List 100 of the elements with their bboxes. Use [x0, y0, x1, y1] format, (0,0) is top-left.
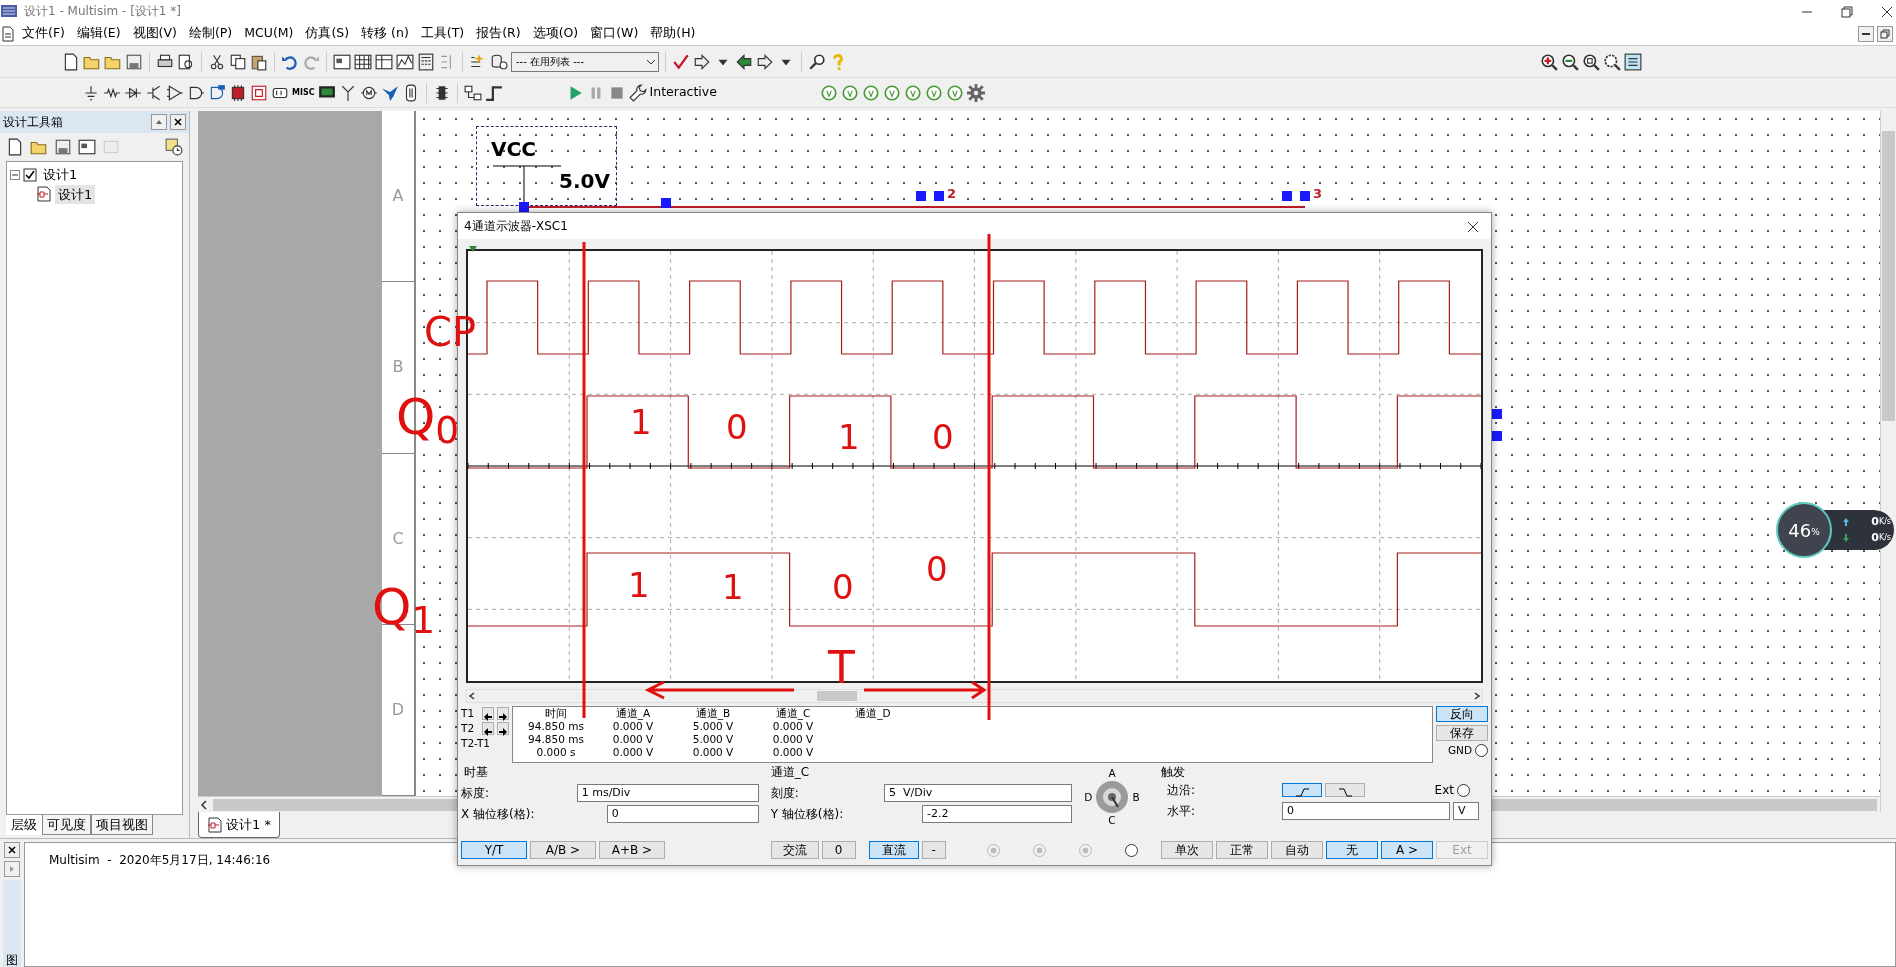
ext-radio[interactable]: [1457, 783, 1470, 797]
ground-radio[interactable]: [1475, 744, 1488, 757]
probe-icon[interactable]: [903, 83, 922, 102]
horizontal-scrollbar[interactable]: [466, 689, 1483, 703]
clock-stack-icon[interactable]: [165, 138, 183, 156]
mode-button[interactable]: 正常: [1216, 841, 1268, 859]
schematic-page-icon[interactable]: [36, 186, 52, 203]
transistor-icon[interactable]: [145, 83, 163, 102]
output-close-button[interactable]: [4, 842, 20, 858]
mode-button[interactable]: 无: [1326, 841, 1378, 859]
doc-restore-button[interactable]: [1877, 25, 1893, 42]
table-icon[interactable]: [375, 52, 393, 71]
menu-item[interactable]: 工具(T): [414, 24, 471, 43]
grid-icon[interactable]: [354, 52, 372, 71]
ground-icon[interactable]: [82, 83, 100, 102]
menu-item[interactable]: 选项(O): [526, 24, 585, 43]
coupling-button[interactable]: 直流: [868, 841, 919, 859]
checkbox[interactable]: [23, 167, 37, 182]
panel-tab[interactable]: 可见度: [42, 814, 91, 835]
vertical-scrollbar[interactable]: [1880, 111, 1896, 812]
scale-field[interactable]: 1 ms/Div: [576, 784, 759, 802]
chip-icon[interactable]: [229, 83, 247, 102]
menu-item[interactable]: 绘制(P): [182, 24, 239, 43]
menu-item[interactable]: 文件(F): [16, 24, 71, 43]
gear-icon[interactable]: [966, 83, 985, 102]
probe-icon[interactable]: [819, 83, 838, 102]
magnifier-icon[interactable]: [808, 52, 826, 71]
panel-icon[interactable]: [1624, 52, 1642, 71]
new-file-icon[interactable]: [62, 52, 80, 71]
zoom-fit-icon[interactable]: [1603, 52, 1621, 71]
menu-item[interactable]: 报告(R): [470, 24, 527, 43]
y-position-field[interactable]: -2.2: [922, 805, 1072, 823]
coupling-button[interactable]: -: [921, 841, 946, 859]
mode-button[interactable]: A >: [1381, 841, 1433, 859]
tree-item[interactable]: 设计1: [40, 165, 81, 185]
menu-item[interactable]: 编辑(E): [70, 24, 127, 43]
mode-button[interactable]: 单次: [1161, 841, 1213, 859]
cursor-right-button[interactable]: [497, 707, 509, 720]
probe-icon[interactable]: [882, 83, 901, 102]
scroll-left-icon[interactable]: [467, 691, 477, 701]
simulation-mode-label[interactable]: Interactive: [649, 83, 717, 102]
tree-item[interactable]: 设计1: [55, 184, 96, 204]
probe-icon[interactable]: [861, 83, 880, 102]
wrench-icon[interactable]: [628, 83, 647, 102]
rising-edge-button[interactable]: [1282, 783, 1322, 797]
mode-button[interactable]: 自动: [1271, 841, 1323, 859]
probe-icon[interactable]: [945, 83, 964, 102]
scale-field[interactable]: 5 V/Div: [884, 784, 1072, 802]
radio-button[interactable]: [1124, 843, 1138, 857]
calculator-icon[interactable]: [417, 52, 435, 71]
scroll-left-icon[interactable]: [198, 798, 210, 811]
check-mark-icon[interactable]: [672, 52, 690, 71]
cursor-left-button[interactable]: [482, 707, 494, 720]
panel-tab[interactable]: 项目视图: [91, 814, 153, 835]
menu-item[interactable]: 帮助(H): [644, 24, 702, 43]
step-icon[interactable]: [484, 83, 503, 102]
document-tab[interactable]: 设计1 *: [198, 812, 280, 838]
forward-arrow-icon[interactable]: [756, 52, 774, 71]
zoom-area-icon[interactable]: [1582, 52, 1600, 71]
print-preview-icon[interactable]: [177, 52, 195, 71]
menu-item[interactable]: MCU(M): [238, 24, 300, 43]
coupling-button[interactable]: 0: [821, 841, 856, 859]
zoom-in-icon[interactable]: [1540, 52, 1558, 71]
hierarchy-icon[interactable]: [463, 83, 482, 102]
back-arrow-icon[interactable]: [735, 52, 753, 71]
mode-button[interactable]: Y/T: [461, 841, 527, 859]
display-icon[interactable]: [250, 83, 268, 102]
trigger-level-field[interactable]: 0: [1282, 802, 1450, 820]
panel-close-button[interactable]: [170, 114, 186, 130]
falling-edge-button[interactable]: [1325, 783, 1365, 797]
mode-button[interactable]: A+B >: [599, 841, 665, 859]
cursor-left-button[interactable]: [482, 722, 494, 735]
logic-chip-icon[interactable]: [208, 83, 226, 102]
scope-button[interactable]: 保存: [1436, 725, 1488, 741]
database-icon[interactable]: [490, 52, 508, 71]
x-position-field[interactable]: 0: [606, 805, 759, 823]
coupling-button[interactable]: 交流: [770, 841, 819, 859]
list-dropdown[interactable]: --- 在用列表 ---: [511, 51, 659, 72]
opamp-icon[interactable]: [166, 83, 184, 102]
channel-knob[interactable]: [1095, 780, 1130, 814]
cursor-right-button[interactable]: [497, 722, 509, 735]
collapse-icon[interactable]: [10, 169, 20, 180]
scroll-right-icon[interactable]: [1472, 691, 1482, 701]
zoom-out-icon[interactable]: [1561, 52, 1579, 71]
side-tab[interactable]: 图: [3, 953, 21, 967]
chart-icon[interactable]: [396, 52, 414, 71]
probe-icon[interactable]: [924, 83, 943, 102]
save-icon[interactable]: [54, 138, 72, 156]
pin-button[interactable]: [151, 114, 167, 130]
cut-icon[interactable]: [208, 52, 226, 71]
doc-minimize-button[interactable]: [1858, 25, 1874, 42]
copy-icon[interactable]: [229, 52, 247, 71]
save-icon[interactable]: [125, 52, 143, 71]
menu-item[interactable]: 仿真(S): [299, 24, 356, 43]
mode-button[interactable]: A/B >: [530, 841, 596, 859]
layout-icon[interactable]: [78, 138, 96, 156]
layout-icon[interactable]: [333, 52, 351, 71]
forward-arrow-icon[interactable]: [693, 52, 711, 71]
misc-label[interactable]: MISC: [292, 86, 315, 99]
probe-icon[interactable]: [840, 83, 859, 102]
